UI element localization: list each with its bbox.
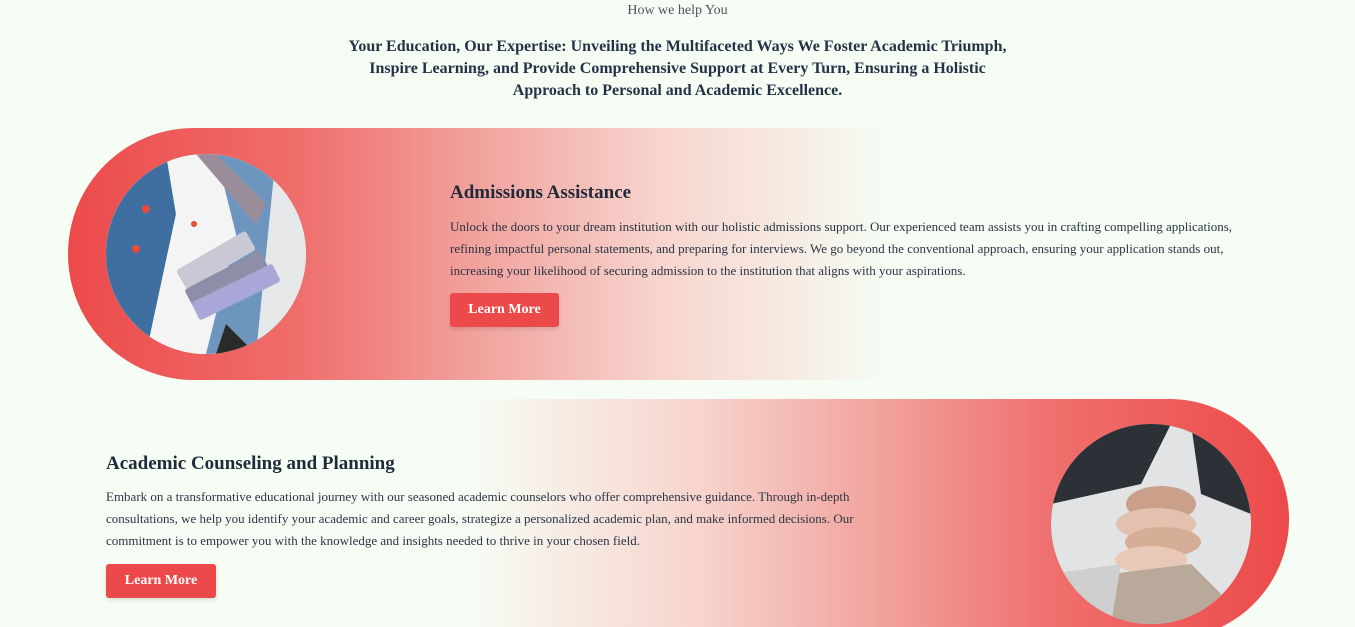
service-title-admissions: Admissions Assistance: [450, 182, 632, 203]
service-description-admissions: Unlock the doors to your dream instituti…: [450, 219, 1233, 278]
section-headline: Your Education, Our Expertise: Unveiling…: [348, 38, 1007, 99]
learn-more-button-admissions[interactable]: Learn More: [450, 293, 559, 327]
service-description-counseling: Embark on a transformative educational j…: [106, 489, 854, 548]
learn-more-button-counseling[interactable]: Learn More: [106, 564, 216, 598]
student-photo-illustration: [106, 154, 306, 354]
hands-photo-illustration: [1051, 424, 1251, 624]
service-title-counseling: Academic Counseling and Planning: [106, 453, 395, 474]
student-holding-books-photo: [106, 154, 306, 354]
stacked-hands-photo: [1051, 424, 1251, 624]
section-eyebrow: How we help You: [627, 3, 728, 18]
